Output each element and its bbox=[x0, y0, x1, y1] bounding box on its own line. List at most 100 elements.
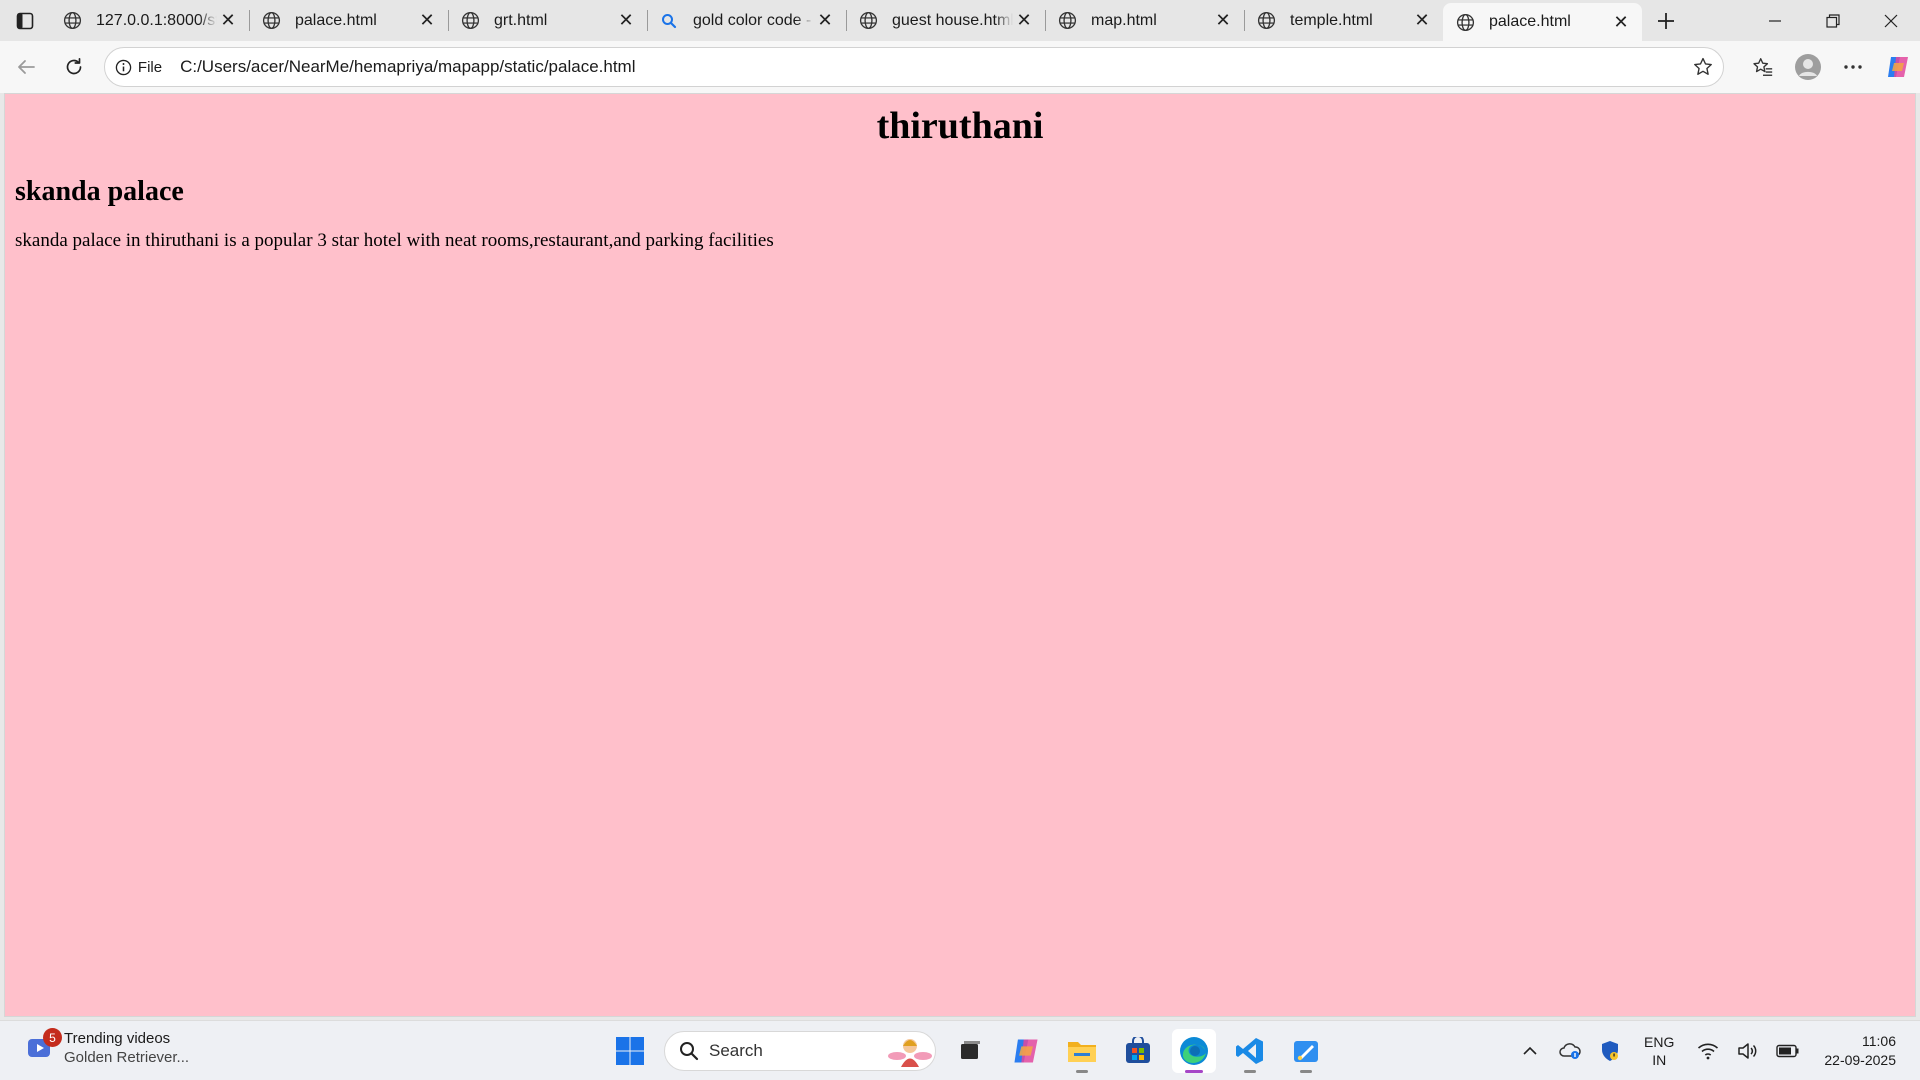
favorites-icon bbox=[1752, 58, 1772, 76]
search-placeholder: Search bbox=[709, 1041, 763, 1060]
notification-badge: 5 bbox=[43, 1028, 62, 1047]
restore-icon bbox=[1826, 13, 1840, 28]
tab-guest-house[interactable]: guest house.html ✕ bbox=[846, 0, 1045, 41]
tab-palace-1[interactable]: palace.html ✕ bbox=[249, 0, 448, 41]
tab-title: gold color code - S bbox=[693, 11, 814, 29]
active-app-indicator bbox=[1185, 1070, 1203, 1073]
tab-title: map.html bbox=[1091, 11, 1157, 29]
running-indicator bbox=[1076, 1070, 1088, 1073]
info-icon bbox=[115, 59, 132, 75]
more-dots-icon bbox=[1843, 65, 1862, 69]
address-bar[interactable]: File C:/Users/acer/NearMe/hemapriya/mapa… bbox=[103, 47, 1725, 87]
globe-icon bbox=[460, 11, 480, 31]
security-button[interactable] bbox=[1590, 1031, 1630, 1071]
store-icon bbox=[1126, 1037, 1150, 1063]
close-tab-icon[interactable]: ✕ bbox=[1212, 10, 1234, 32]
new-tab-button[interactable] bbox=[1644, 0, 1688, 41]
toolbar-right bbox=[1740, 47, 1920, 87]
volume-button[interactable] bbox=[1728, 1031, 1768, 1071]
tab-grt[interactable]: grt.html ✕ bbox=[448, 0, 647, 41]
tab-strip: 127.0.0.1:8000/stat ✕ palace.html ✕ grt.… bbox=[0, 0, 1920, 41]
edge-browser-icon bbox=[1180, 1037, 1208, 1065]
site-info-label: File bbox=[137, 58, 163, 76]
copilot-app[interactable] bbox=[1004, 1029, 1048, 1073]
close-tab-icon[interactable]: ✕ bbox=[1411, 10, 1433, 32]
back-button[interactable] bbox=[4, 47, 48, 87]
close-tab-icon[interactable]: ✕ bbox=[1013, 10, 1035, 32]
close-tab-icon[interactable]: ✕ bbox=[814, 10, 836, 32]
widgets-button[interactable]: 5 Trending videos Golden Retriever... bbox=[26, 1028, 189, 1067]
wifi-icon bbox=[1698, 1043, 1719, 1060]
tab-search-gold-color[interactable]: gold color code - S ✕ bbox=[647, 0, 846, 41]
close-window-button[interactable] bbox=[1862, 0, 1920, 41]
refresh-icon bbox=[66, 57, 82, 75]
store-app[interactable] bbox=[1116, 1029, 1160, 1073]
file-explorer-app[interactable] bbox=[1060, 1029, 1104, 1073]
tab-localhost[interactable]: 127.0.0.1:8000/stat ✕ bbox=[50, 0, 249, 41]
tab-palace-active[interactable]: palace.html ✕ bbox=[1443, 3, 1642, 41]
favorites-button[interactable] bbox=[1740, 47, 1785, 87]
search-icon bbox=[680, 1042, 699, 1061]
search-icon bbox=[659, 11, 679, 31]
restore-button[interactable] bbox=[1804, 0, 1862, 41]
url-text[interactable]: C:/Users/acer/NearMe/hemapriya/mapapp/st… bbox=[180, 57, 1683, 77]
tab-actions-icon bbox=[16, 12, 34, 29]
tab-title: 127.0.0.1:8000/stat bbox=[96, 11, 217, 29]
browser-toolbar: File C:/Users/acer/NearMe/hemapriya/mapa… bbox=[0, 41, 1920, 93]
tab-map[interactable]: map.html ✕ bbox=[1045, 0, 1244, 41]
folder-icon bbox=[1068, 1042, 1096, 1062]
globe-icon bbox=[1057, 11, 1077, 31]
close-tab-icon[interactable]: ✕ bbox=[416, 10, 438, 32]
vscode-icon bbox=[1236, 1038, 1263, 1064]
onedrive-button[interactable] bbox=[1550, 1031, 1590, 1071]
wifi-button[interactable] bbox=[1688, 1031, 1728, 1071]
cloud-sync-icon bbox=[1559, 1043, 1581, 1059]
tab-temple[interactable]: temple.html ✕ bbox=[1244, 0, 1443, 41]
close-icon bbox=[1884, 14, 1898, 27]
task-view-button[interactable] bbox=[948, 1029, 992, 1073]
hotel-description: skanda palace in thiruthani is a popular… bbox=[15, 230, 774, 251]
paint-app[interactable] bbox=[1284, 1029, 1328, 1073]
tab-title: temple.html bbox=[1290, 11, 1373, 29]
favorite-button[interactable] bbox=[1683, 56, 1723, 78]
settings-more-button[interactable] bbox=[1830, 47, 1875, 87]
site-info-button[interactable]: File bbox=[115, 59, 180, 76]
refresh-button[interactable] bbox=[52, 47, 96, 87]
clock-time: 11:06 bbox=[1862, 1033, 1896, 1049]
close-tab-icon[interactable]: ✕ bbox=[217, 10, 239, 32]
language-indicator[interactable]: ENG IN bbox=[1644, 1033, 1674, 1069]
widgets-icon: 5 bbox=[26, 1028, 62, 1062]
edge-app[interactable] bbox=[1172, 1029, 1216, 1073]
profile-button[interactable] bbox=[1785, 47, 1830, 87]
running-indicator bbox=[1244, 1070, 1256, 1073]
hotel-name-heading: skanda palace bbox=[15, 176, 184, 207]
tab-actions-button[interactable] bbox=[0, 0, 50, 41]
minimize-icon bbox=[1769, 19, 1781, 22]
star-icon bbox=[1694, 57, 1712, 75]
profile-avatar-icon bbox=[1794, 54, 1821, 80]
vscode-app[interactable] bbox=[1228, 1029, 1272, 1073]
clock[interactable]: 11:06 22-09-2025 bbox=[1824, 1032, 1896, 1070]
close-tab-icon[interactable]: ✕ bbox=[615, 10, 637, 32]
show-hidden-icons-button[interactable] bbox=[1510, 1031, 1550, 1071]
clock-date: 22-09-2025 bbox=[1824, 1052, 1896, 1068]
page-heading: thiruthani bbox=[876, 105, 1044, 147]
plus-icon bbox=[1658, 12, 1674, 29]
tab-title: grt.html bbox=[494, 11, 548, 29]
close-tab-icon[interactable]: ✕ bbox=[1610, 11, 1632, 33]
tab-title: guest house.html bbox=[892, 11, 1013, 29]
paint-icon bbox=[1294, 1041, 1318, 1062]
copilot-button[interactable] bbox=[1875, 47, 1920, 87]
minimize-button[interactable] bbox=[1746, 0, 1804, 41]
taskbar: 5 Trending videos Golden Retriever... Se… bbox=[0, 1020, 1920, 1080]
shield-icon bbox=[1602, 1041, 1619, 1061]
tab-title: palace.html bbox=[295, 11, 377, 29]
globe-icon bbox=[858, 11, 878, 31]
globe-icon bbox=[1256, 11, 1276, 31]
window-controls bbox=[1746, 0, 1920, 41]
start-button[interactable] bbox=[608, 1029, 652, 1073]
globe-icon bbox=[62, 11, 82, 31]
taskbar-search[interactable]: Search bbox=[664, 1031, 936, 1071]
battery-button[interactable] bbox=[1768, 1031, 1808, 1071]
widget-title: Trending videos bbox=[64, 1030, 171, 1047]
